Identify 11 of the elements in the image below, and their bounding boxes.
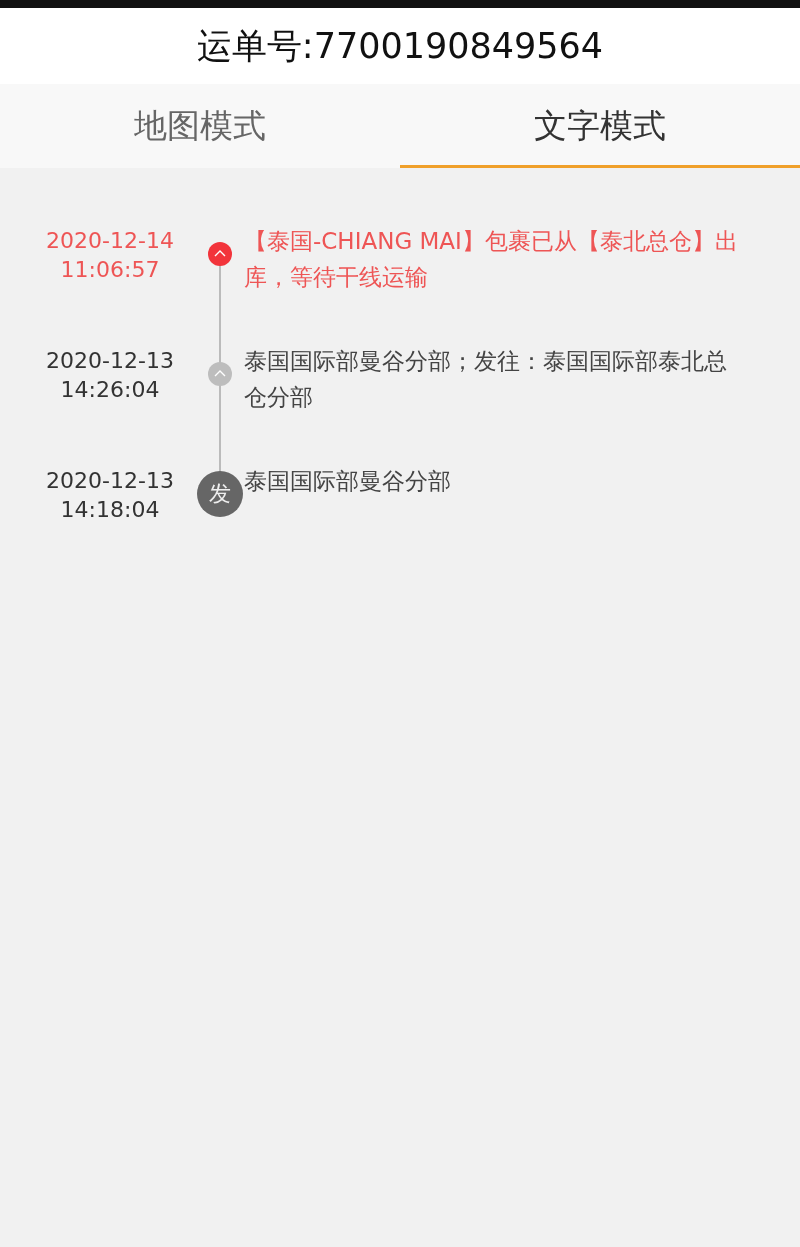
event-description: 【泰国-CHIANG MAI】包裹已从【泰北总仓】出库，等待干线运输 (243, 227, 739, 292)
mode-tab[interactable]: 文字模式 (400, 84, 800, 168)
event-description: 泰国国际部曼谷分部；发往：泰国国际部泰北总仓分部 (243, 347, 728, 412)
event-time: 2020-12-13 14:26:04 (46, 347, 174, 404)
origin-badge: 发 (197, 471, 243, 517)
event-time: 2020-12-14 11:06:57 (46, 227, 174, 284)
current-status-icon (208, 242, 232, 266)
mode-tab[interactable]: 地图模式 (0, 84, 400, 168)
event-description: 泰国国际部曼谷分部 (243, 467, 452, 496)
event-time: 2020-12-13 14:18:04 (46, 467, 174, 524)
waybill-title: 运单号:7700190849564 (196, 24, 604, 68)
